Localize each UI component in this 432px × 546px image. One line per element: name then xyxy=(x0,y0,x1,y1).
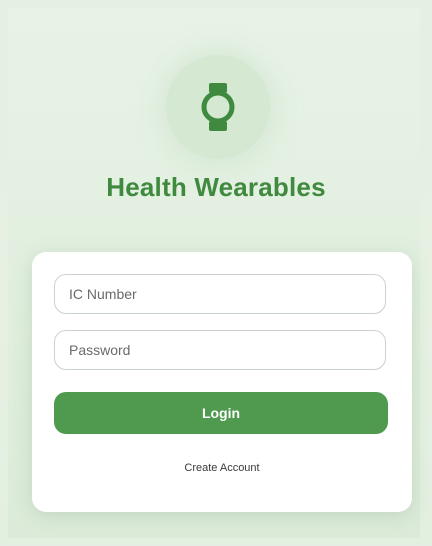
app-title: Health Wearables xyxy=(106,172,326,202)
ic-number-input[interactable] xyxy=(54,274,386,314)
login-card: Login Create Account xyxy=(32,252,412,512)
password-input[interactable] xyxy=(54,330,386,370)
app-logo xyxy=(166,55,270,159)
smartwatch-icon xyxy=(201,83,235,131)
create-account-link[interactable]: Create Account xyxy=(32,462,412,474)
login-button[interactable]: Login xyxy=(54,392,388,434)
